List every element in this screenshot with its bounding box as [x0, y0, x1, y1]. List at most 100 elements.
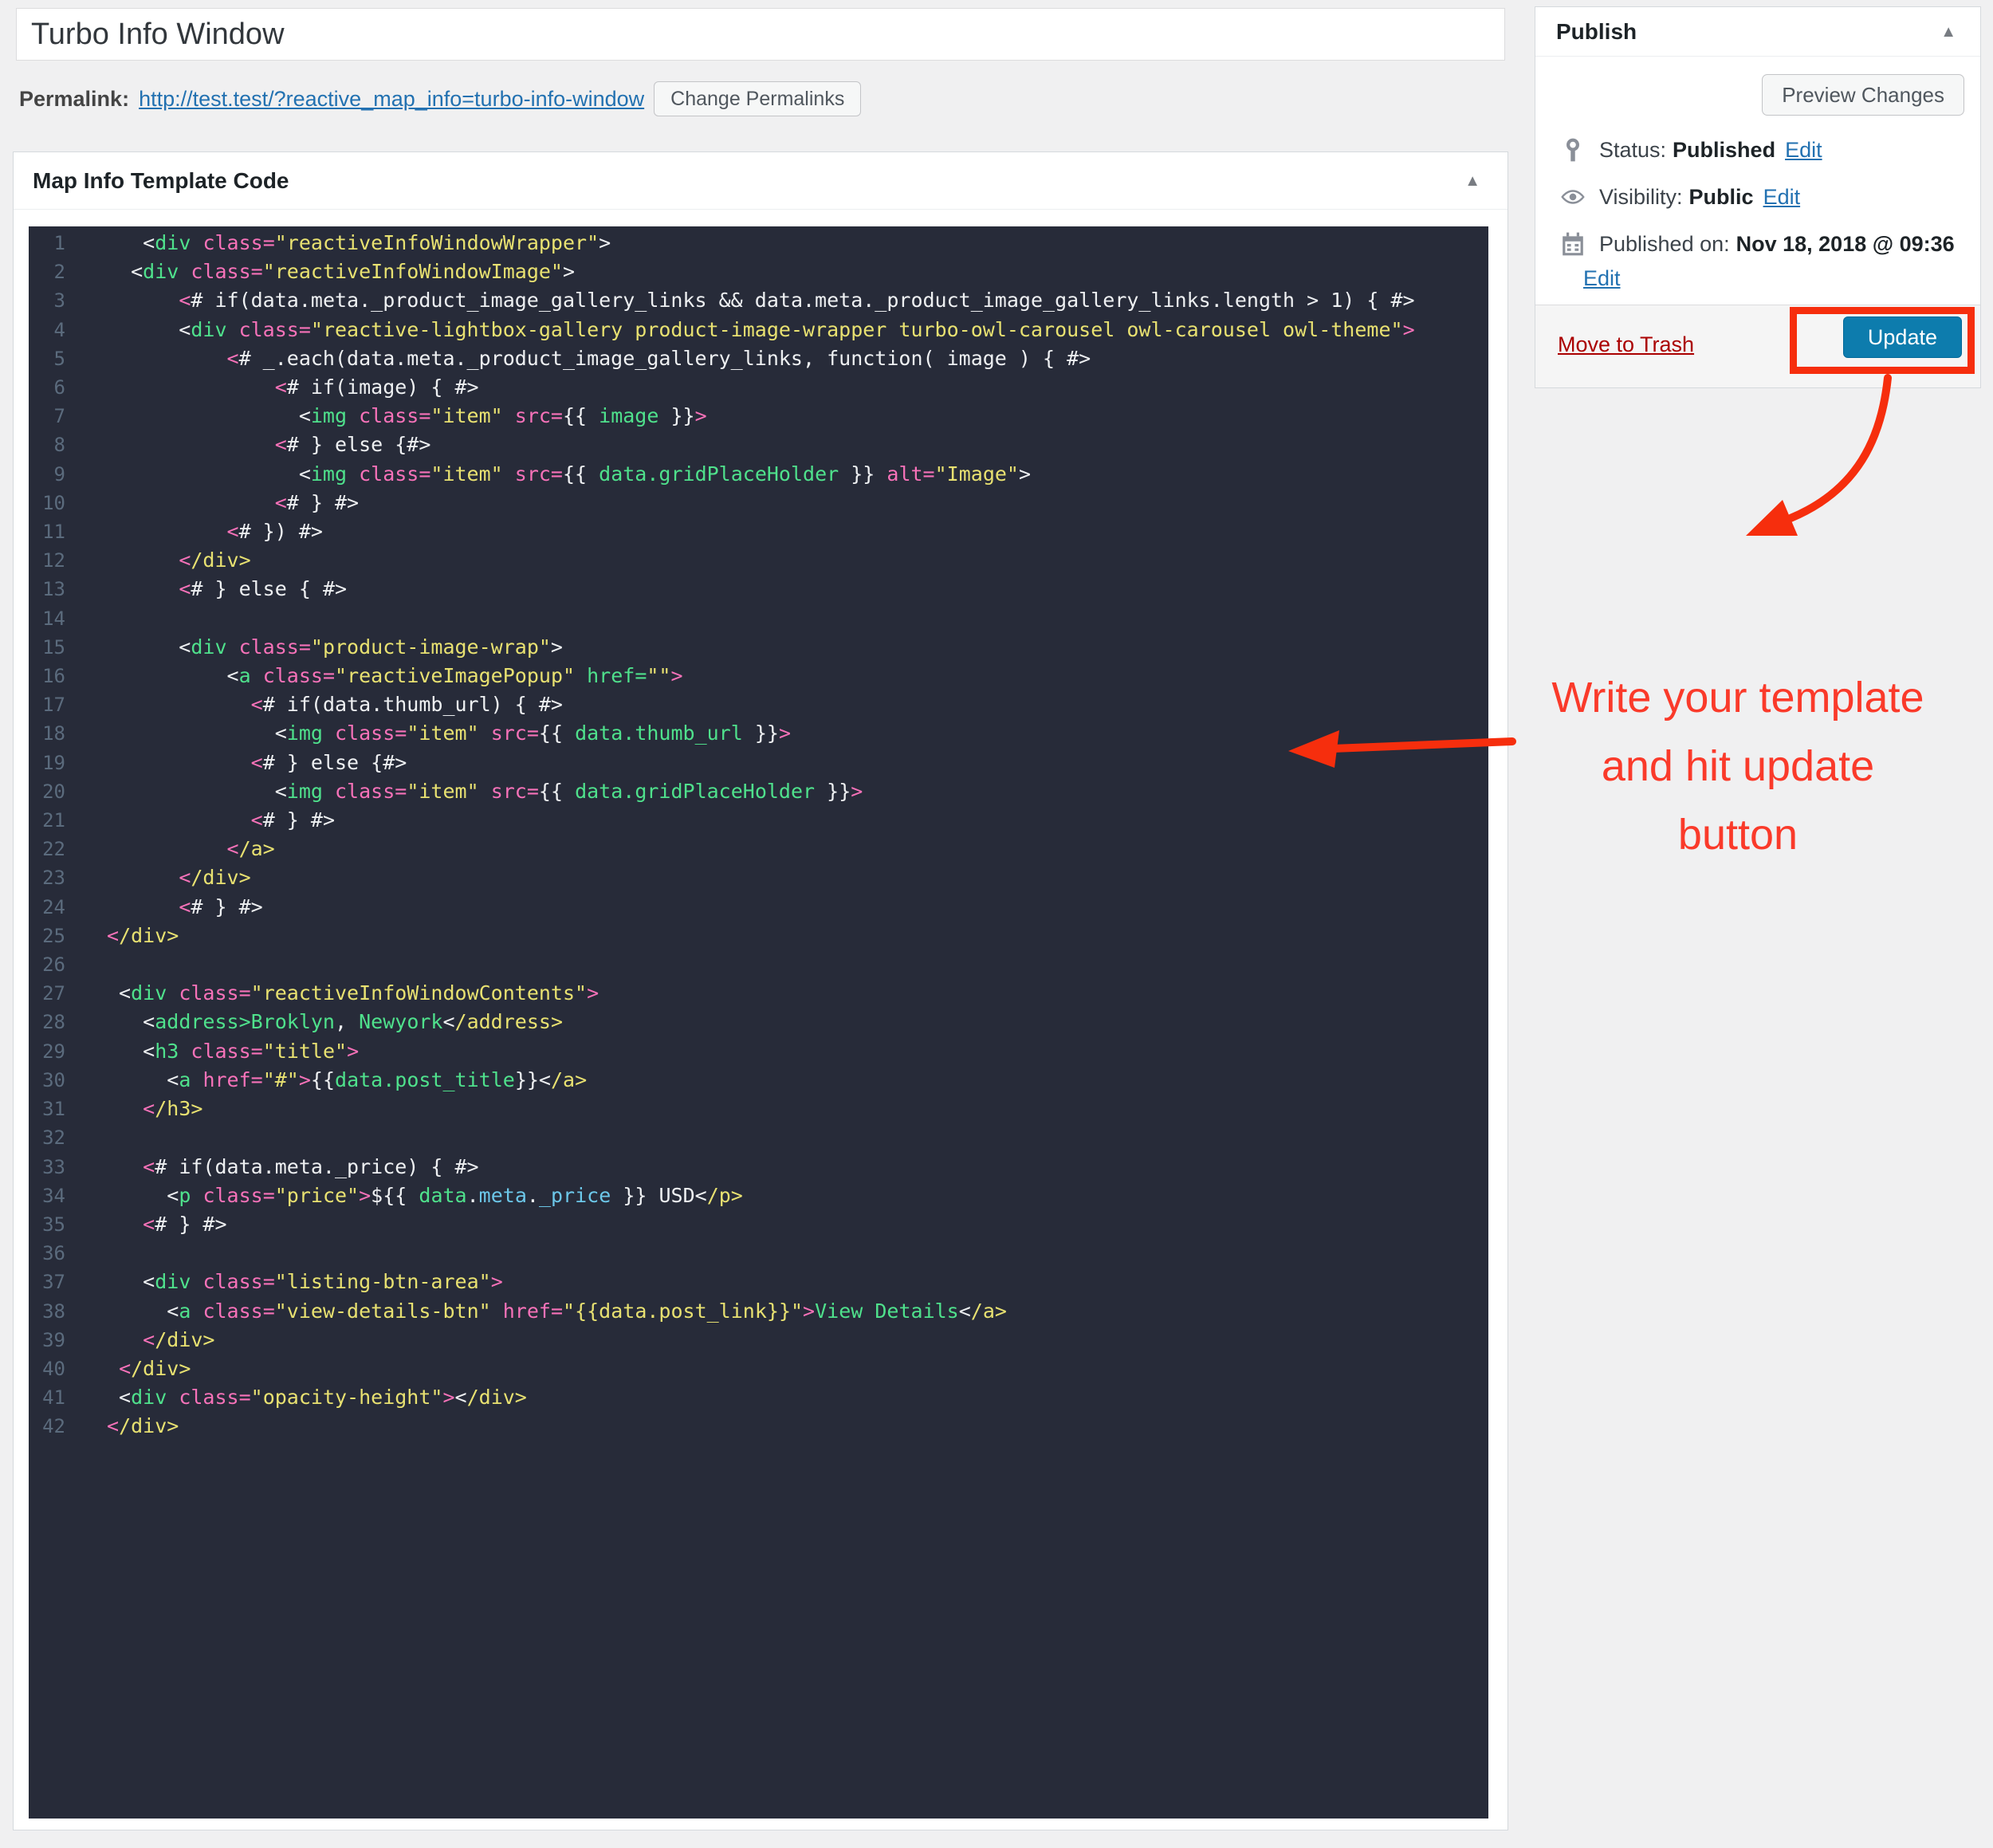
- curved-arrow-icon: [1746, 374, 1892, 536]
- preview-changes-button[interactable]: Preview Changes: [1762, 74, 1964, 116]
- code-line[interactable]: 25 </div>: [29, 922, 1488, 950]
- code-line[interactable]: 21 <# } #>: [29, 806, 1488, 835]
- code-text: <div class="reactive-lightbox-gallery pr…: [107, 317, 1415, 341]
- edit-link[interactable]: Edit: [1583, 266, 1621, 290]
- line-number: 13: [42, 578, 65, 601]
- code-line[interactable]: 26: [29, 950, 1488, 979]
- code-line[interactable]: 31 </h3>: [29, 1095, 1488, 1123]
- code-line[interactable]: 1 <div class="reactiveInfoWindowWrapper"…: [29, 229, 1488, 258]
- code-line[interactable]: 23 </div>: [29, 863, 1488, 892]
- line-number: 36: [42, 1242, 65, 1265]
- update-button[interactable]: Update: [1842, 317, 1962, 358]
- code-text: <# } #>: [250, 808, 335, 832]
- code-line[interactable]: 17 <# if(data.thumb_url) { #>: [29, 690, 1488, 719]
- code-line[interactable]: 34 <p class="price">${{ data.meta._price…: [29, 1182, 1488, 1210]
- code-line[interactable]: 41 <div class="opacity-height"></div>: [29, 1383, 1488, 1412]
- edit-link[interactable]: Edit: [1785, 138, 1822, 163]
- change-permalinks-button[interactable]: Change Permalinks: [654, 81, 862, 116]
- code-line[interactable]: 16 <a class="reactiveImagePopup" href=""…: [29, 662, 1488, 690]
- code-text: <# } else {#>: [274, 433, 431, 457]
- line-number: 39: [42, 1328, 65, 1351]
- line-number: 33: [42, 1155, 65, 1178]
- code-line[interactable]: 27 <div class="reactiveInfoWindowContent…: [29, 979, 1488, 1008]
- code-line[interactable]: 4 <div class="reactive-lightbox-gallery …: [29, 316, 1488, 344]
- line-number: 1: [53, 232, 65, 254]
- code-editor[interactable]: 1 <div class="reactiveInfoWindowWrapper"…: [29, 226, 1488, 1819]
- code-text: <div class="reactiveInfoWindowImage">: [107, 260, 576, 284]
- permalink-link[interactable]: http://test.test/?reactive_map_info=turb…: [139, 87, 644, 112]
- code-line[interactable]: 7 <img class="item" src={{ image }}>: [29, 402, 1488, 431]
- code-line[interactable]: 6 <# if(image) { #>: [29, 373, 1488, 402]
- code-line[interactable]: 9 <img class="item" src={{ data.gridPlac…: [29, 460, 1488, 489]
- metabox-title: Map Info Template Code: [33, 167, 289, 193]
- line-number: 27: [42, 982, 65, 1005]
- code-text: <img class="item" src={{ data.gridPlaceH…: [107, 462, 1032, 486]
- code-line[interactable]: 28 <address>Broklyn, Newyork</address>: [29, 1008, 1488, 1036]
- row-value: Public: [1688, 184, 1754, 209]
- line-number: 21: [42, 809, 65, 832]
- code-line[interactable]: 42 </div>: [29, 1412, 1488, 1441]
- code-line[interactable]: 20 <img class="item" src={{ data.gridPla…: [29, 777, 1488, 806]
- permalink-row: Permalink: http://test.test/?reactive_ma…: [19, 80, 862, 118]
- annotation-text: Write your template and hit update button: [1507, 663, 1969, 869]
- line-number: 2: [53, 261, 65, 284]
- code-text: <# } #>: [179, 895, 263, 918]
- code-text: </div>: [143, 1327, 215, 1351]
- code-line[interactable]: 38 <a class="view-details-btn" href="{{d…: [29, 1297, 1488, 1326]
- code-line[interactable]: 32: [29, 1123, 1488, 1152]
- collapse-metabox-icon[interactable]: ▲: [1464, 173, 1480, 189]
- code-line[interactable]: 5 <# _.each(data.meta._product_image_gal…: [29, 344, 1488, 373]
- code-line[interactable]: 37 <div class="listing-btn-area">: [29, 1268, 1488, 1296]
- code-line[interactable]: 35 <# } #>: [29, 1210, 1488, 1239]
- line-number: 18: [42, 722, 65, 745]
- code-text: </div>: [107, 1414, 179, 1438]
- code-line[interactable]: 36: [29, 1239, 1488, 1268]
- move-to-trash-link[interactable]: Move to Trash: [1558, 332, 1694, 357]
- code-line[interactable]: 33 <# if(data.meta._price) { #>: [29, 1153, 1488, 1182]
- code-line[interactable]: 11 <# }) #>: [29, 517, 1488, 546]
- code-line[interactable]: 39 </div>: [29, 1326, 1488, 1355]
- code-text: <img class="item" src={{ image }}>: [107, 404, 707, 428]
- line-number: 5: [53, 347, 65, 370]
- code-text: <div class="listing-btn-area">: [107, 1270, 503, 1294]
- code-line[interactable]: 2 <div class="reactiveInfoWindowImage">: [29, 258, 1488, 286]
- pin-icon: [1559, 136, 1586, 163]
- code-line[interactable]: 12 </div>: [29, 546, 1488, 575]
- code-line[interactable]: 24 <# } #>: [29, 893, 1488, 922]
- annotation-line: Write your template: [1551, 674, 1924, 722]
- edit-link[interactable]: Edit: [1763, 185, 1801, 210]
- code-line[interactable]: 13 <# } else { #>: [29, 575, 1488, 604]
- preview-row: Preview Changes: [1535, 57, 1980, 116]
- code-text: <div class="product-image-wrap">: [107, 635, 563, 659]
- line-number: 25: [42, 924, 65, 947]
- code-line[interactable]: 19 <# } else {#>: [29, 749, 1488, 777]
- line-number: 11: [42, 521, 65, 544]
- code-line[interactable]: 22 </a>: [29, 835, 1488, 863]
- collapse-publish-icon[interactable]: ▲: [1940, 24, 1956, 40]
- code-text: <# } #>: [274, 490, 360, 514]
- line-number: 26: [42, 953, 65, 977]
- code-text: <# if(data.meta._price) { #>: [143, 1154, 479, 1178]
- code-line[interactable]: 10 <# } #>: [29, 489, 1488, 517]
- post-title-input[interactable]: [16, 8, 1505, 61]
- code-line[interactable]: 3 <# if(data.meta._product_image_gallery…: [29, 286, 1488, 315]
- code-text: <address>Broklyn, Newyork</address>: [107, 1010, 563, 1034]
- line-number: 30: [42, 1068, 65, 1091]
- code-text: <a href="#">{{data.post_title}}</a>: [107, 1068, 588, 1091]
- line-number: 37: [42, 1271, 65, 1294]
- code-line[interactable]: 8 <# } else {#>: [29, 431, 1488, 459]
- code-line[interactable]: 29 <h3 class="title">: [29, 1037, 1488, 1066]
- line-number: 42: [42, 1415, 65, 1438]
- code-line[interactable]: 30 <a href="#">{{data.post_title}}</a>: [29, 1066, 1488, 1095]
- line-number: 35: [42, 1213, 65, 1236]
- code-line[interactable]: 14: [29, 604, 1488, 633]
- line-number: 6: [53, 376, 65, 399]
- code-text: </h3>: [143, 1097, 203, 1121]
- metabox-header: Map Info Template Code ▲: [14, 152, 1508, 210]
- code-line[interactable]: 18 <img class="item" src={{ data.thumb_u…: [29, 719, 1488, 748]
- code-line[interactable]: 40 </div>: [29, 1355, 1488, 1383]
- code-line[interactable]: 15 <div class="product-image-wrap">: [29, 633, 1488, 662]
- line-number: 7: [53, 405, 65, 428]
- line-number: 22: [42, 838, 65, 861]
